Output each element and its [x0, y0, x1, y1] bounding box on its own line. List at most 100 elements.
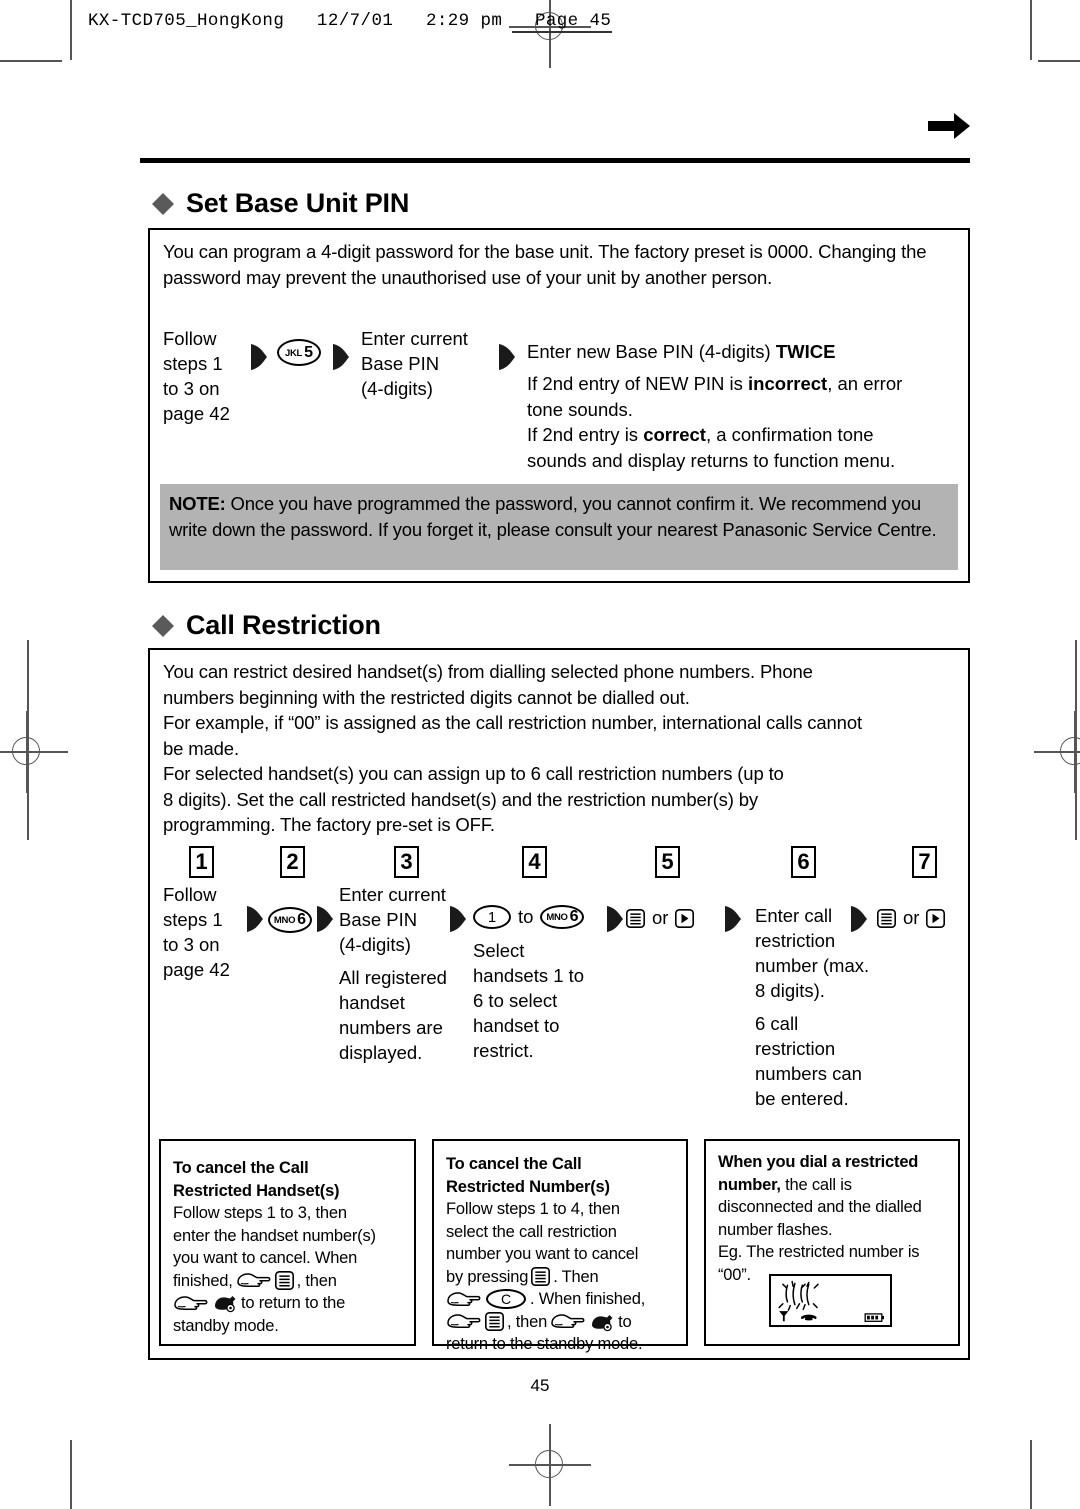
- section2-step4: 1 to MNO 6 Select handsets 1 to 6 to sel…: [473, 905, 603, 1063]
- pointing-hand-icon: [550, 1312, 586, 1331]
- pointing-hand-icon: [446, 1312, 482, 1331]
- key-letters: JKL: [285, 347, 303, 359]
- section1-intro-text: You can program a 4-digit password for t…: [163, 241, 927, 288]
- section1-step1-line2: steps 1: [163, 353, 223, 374]
- section2-step2: MNO 6: [268, 907, 312, 933]
- tip3-title-rest: the call is: [780, 1175, 852, 1194]
- section1-step-flow: Follow steps 1 to 3 on page 42 JKL 5 Ent…: [163, 326, 958, 473]
- key-1-icon[interactable]: 1: [473, 905, 511, 929]
- tip3-body2: number flashes.: [718, 1220, 833, 1239]
- pointing-hand-icon: [173, 1294, 209, 1313]
- section1-final-detail: If 2nd entry of NEW PIN is incorrect, an…: [527, 371, 947, 473]
- section2-step7: or: [877, 907, 946, 929]
- phone-off-icon[interactable]: [212, 1293, 238, 1313]
- section1-step3-line1: Enter current: [361, 328, 468, 349]
- step-number-7: 7: [912, 846, 937, 878]
- tip1-title-line1: To cancel the Call: [173, 1159, 309, 1177]
- s4-to-label: to: [518, 906, 534, 927]
- s6-body3: numbers can: [755, 1063, 862, 1084]
- s7-or-label: or: [903, 907, 920, 928]
- s4-keys-row: 1 to MNO 6: [473, 905, 603, 929]
- tip2-title-line2: Restricted Number(s): [446, 1177, 610, 1196]
- detail-line-3: If 2nd entry is correct, a confirmation …: [527, 424, 874, 445]
- flow-arrow-icon: [723, 904, 743, 934]
- tip3-body3: Eg. The restricted number is: [718, 1243, 920, 1261]
- section-title-set-base-unit-pin: Set Base Unit PIN: [152, 188, 409, 219]
- key-digit: 5: [304, 343, 313, 361]
- step-number-4: 4: [522, 846, 547, 878]
- s6-head4: 8 digits).: [755, 980, 825, 1001]
- s4-body5: restrict.: [473, 1040, 534, 1061]
- intro-line-5: For selected handset(s) you can assign u…: [163, 763, 784, 784]
- tip1-title: To cancel the Call Restricted Handset(s): [173, 1157, 402, 1202]
- section1-final-step: Enter new Base PIN (4-digits) TWICE If 2…: [527, 326, 947, 473]
- s1-line4: page 42: [163, 959, 230, 980]
- intro-line-7: programming. The factory pre-set is OFF.: [163, 814, 495, 835]
- note-text: Once you have programmed the password, y…: [169, 493, 937, 540]
- tip2-title-line1: To cancel the Call: [446, 1155, 582, 1173]
- menu-icon[interactable]: [485, 1312, 504, 1332]
- section2-step5: or: [626, 907, 695, 929]
- section1-step3: Enter current Base PIN (4-digits): [361, 326, 491, 401]
- section2-step1: Follow steps 1 to 3 on page 42: [163, 882, 245, 982]
- key-jkl-5-icon[interactable]: JKL 5: [277, 339, 321, 366]
- s1-line1: Follow: [163, 884, 217, 905]
- step-number-5: 5: [655, 846, 680, 878]
- flow-arrow-icon: [315, 904, 335, 934]
- section1-step1-line1: Follow: [163, 328, 217, 349]
- phone-handset-icon: [800, 1314, 817, 1321]
- key-c-icon[interactable]: C: [486, 1289, 526, 1310]
- flow-arrow-icon: [849, 904, 869, 934]
- diamond-bullet-icon: [152, 604, 174, 637]
- intro-line-3: For example, if “00” is assigned as the …: [163, 712, 862, 733]
- section1-final-heading-bold: TWICE: [775, 341, 836, 362]
- menu-icon[interactable]: [877, 908, 896, 928]
- tip1-body5: to return to the: [173, 1292, 402, 1315]
- phone-off-icon[interactable]: [589, 1312, 615, 1332]
- tip1-body3: you want to cancel. When: [173, 1249, 358, 1267]
- s4-body1: Select: [473, 940, 525, 961]
- tip2-body: Follow steps 1 to 4, then select the cal…: [446, 1198, 674, 1356]
- s4-body4: handset to: [473, 1015, 560, 1036]
- menu-icon[interactable]: [626, 908, 645, 928]
- menu-icon[interactable]: [531, 1267, 551, 1287]
- intro-line-4: be made.: [163, 737, 239, 759]
- page-number: 45: [530, 1376, 550, 1395]
- header-divider-rule: [140, 158, 970, 163]
- section-title-text: Call Restriction: [186, 610, 381, 640]
- tip2-body1: Follow steps 1 to 4, then: [446, 1200, 620, 1218]
- intro-line-2: numbers beginning with the restricted di…: [163, 686, 690, 708]
- section-title-text: Set Base Unit PIN: [186, 188, 410, 218]
- tip-box-cancel-numbers: To cancel the Call Restricted Number(s) …: [432, 1139, 688, 1353]
- intro-line-6: 8 digits). Set the call restricted hands…: [163, 788, 758, 810]
- tip1-body1: Follow steps 1 to 3, then: [173, 1204, 347, 1222]
- tip2-title: To cancel the Call Restricted Number(s): [446, 1153, 674, 1198]
- tip3-body: disconnected and the dialled number flas…: [718, 1196, 946, 1286]
- flow-arrow-icon: [245, 904, 265, 934]
- flashing-number-indicator: [778, 1280, 819, 1311]
- battery-icon: [864, 1313, 885, 1322]
- menu-icon[interactable]: [274, 1271, 294, 1291]
- note-label: NOTE:: [169, 493, 226, 514]
- key-digit: 1: [487, 908, 497, 926]
- s3-body3: numbers are: [339, 1017, 443, 1038]
- play-right-icon[interactable]: [675, 908, 695, 928]
- play-right-icon[interactable]: [926, 908, 946, 928]
- key-mno-6-icon[interactable]: MNO 6: [540, 905, 585, 929]
- s1-line3: to 3 on: [163, 934, 220, 955]
- tip2-body4: by pressing . Then: [446, 1267, 599, 1287]
- s6-body4: be entered.: [755, 1088, 849, 1109]
- tip2-body5: C . When finished,: [446, 1288, 674, 1311]
- key-mno-6-icon[interactable]: MNO 6: [268, 907, 312, 933]
- s4-body: Select handsets 1 to 6 to select handset…: [473, 938, 593, 1063]
- s3-head3: (4-digits): [339, 934, 411, 955]
- detail-line-1: If 2nd entry of NEW PIN is incorrect, an…: [527, 373, 903, 394]
- detail-line-2: tone sounds.: [527, 398, 633, 420]
- flow-arrow-icon: [331, 342, 351, 372]
- section1-step1-line3: to 3 on: [163, 378, 220, 399]
- tip1-body: Follow steps 1 to 3, then enter the hand…: [173, 1202, 402, 1337]
- section1-step1-line4: page 42: [163, 403, 230, 424]
- tip-box-cancel-handsets: To cancel the Call Restricted Handset(s)…: [159, 1139, 416, 1346]
- flow-arrow-icon: [249, 342, 269, 372]
- key-letter: C: [501, 1291, 511, 1308]
